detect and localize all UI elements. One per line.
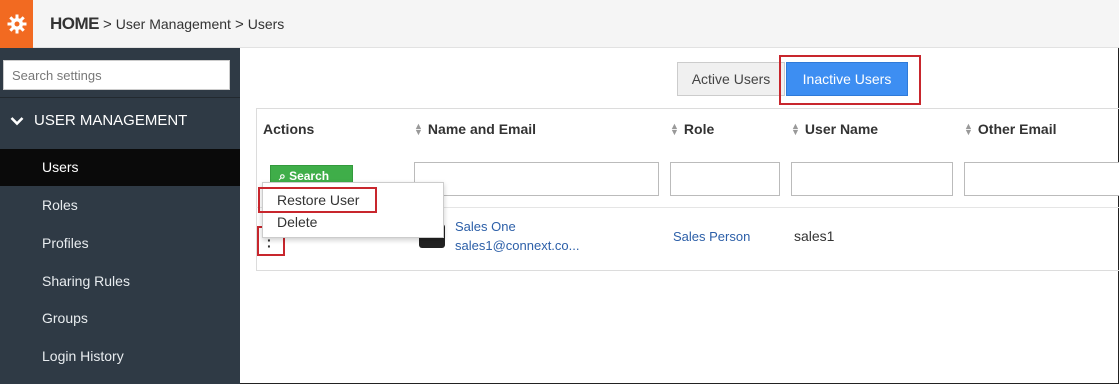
chevron-down-icon — [10, 116, 24, 125]
highlight-box-inactive-users — [779, 55, 921, 105]
breadcrumb-user-management[interactable]: User Management — [116, 16, 231, 32]
breadcrumb-users: Users — [247, 16, 285, 32]
highlight-box-restore-user — [258, 187, 377, 213]
sidebar-divider — [0, 97, 240, 98]
sidebar: USER MANAGEMENT Users Roles Profiles Sha… — [0, 48, 240, 384]
user-username: sales1 — [794, 228, 835, 244]
column-header-label: Role — [683, 121, 715, 137]
user-role-link[interactable]: Sales Person — [673, 229, 750, 244]
filter-other-email-input[interactable] — [964, 162, 1119, 196]
user-email-link[interactable]: sales1@connext.co... — [455, 238, 579, 253]
sidebar-item-groups[interactable]: Groups — [0, 300, 240, 337]
column-header-label: Other Email — [977, 121, 1057, 137]
column-header-role[interactable]: ▲ ▼ Role — [670, 121, 714, 137]
column-header-user-name[interactable]: ▲ ▼ User Name — [791, 121, 878, 137]
column-header-other-email[interactable]: ▲ ▼ Other Email — [964, 121, 1057, 137]
top-bar: HOME > User Management > Users — [0, 0, 1119, 48]
sidebar-item-roles[interactable]: Roles — [0, 187, 240, 224]
search-icon: ⌕ — [279, 168, 286, 183]
sidebar-section-user-management[interactable]: USER MANAGEMENT — [10, 112, 187, 129]
menu-item-delete[interactable]: Delete — [277, 214, 317, 230]
column-header-name-and-email[interactable]: ▲ ▼ Name and Email — [414, 121, 536, 137]
sort-icon: ▲ ▼ — [670, 121, 679, 137]
breadcrumb-separator: > — [103, 15, 112, 33]
search-settings-input[interactable] — [3, 60, 230, 90]
gear-icon — [7, 14, 26, 34]
breadcrumb: HOME > User Management > Users — [50, 14, 284, 34]
filter-role-input[interactable] — [670, 162, 780, 196]
column-header-actions: Actions — [263, 121, 314, 137]
filter-name-and-email-input[interactable] — [414, 162, 659, 196]
search-button-label: Search — [289, 168, 330, 183]
active-users-button[interactable]: Active Users — [677, 62, 785, 96]
sidebar-section-label: USER MANAGEMENT — [34, 112, 188, 129]
sidebar-item-sharing-rules[interactable]: Sharing Rules — [0, 263, 240, 300]
filter-user-name-input[interactable] — [791, 162, 953, 196]
column-header-label: Name and Email — [427, 121, 537, 137]
sidebar-item-profiles[interactable]: Profiles — [0, 225, 240, 262]
user-name-link[interactable]: Sales One — [455, 219, 516, 234]
breadcrumb-home[interactable]: HOME — [50, 14, 100, 34]
sort-icon: ▲ ▼ — [964, 121, 973, 137]
sidebar-item-login-history[interactable]: Login History — [0, 338, 240, 375]
sidebar-item-users[interactable]: Users — [0, 149, 240, 186]
column-header-label: Actions — [263, 121, 315, 137]
sort-icon: ▲ ▼ — [414, 121, 423, 137]
column-header-label: User Name — [804, 121, 879, 137]
table-border-top — [256, 108, 1119, 109]
table-border-bottom — [256, 270, 1119, 271]
settings-gear-button[interactable] — [0, 0, 33, 48]
sort-icon: ▲ ▼ — [791, 121, 800, 137]
breadcrumb-separator: > — [234, 15, 244, 33]
